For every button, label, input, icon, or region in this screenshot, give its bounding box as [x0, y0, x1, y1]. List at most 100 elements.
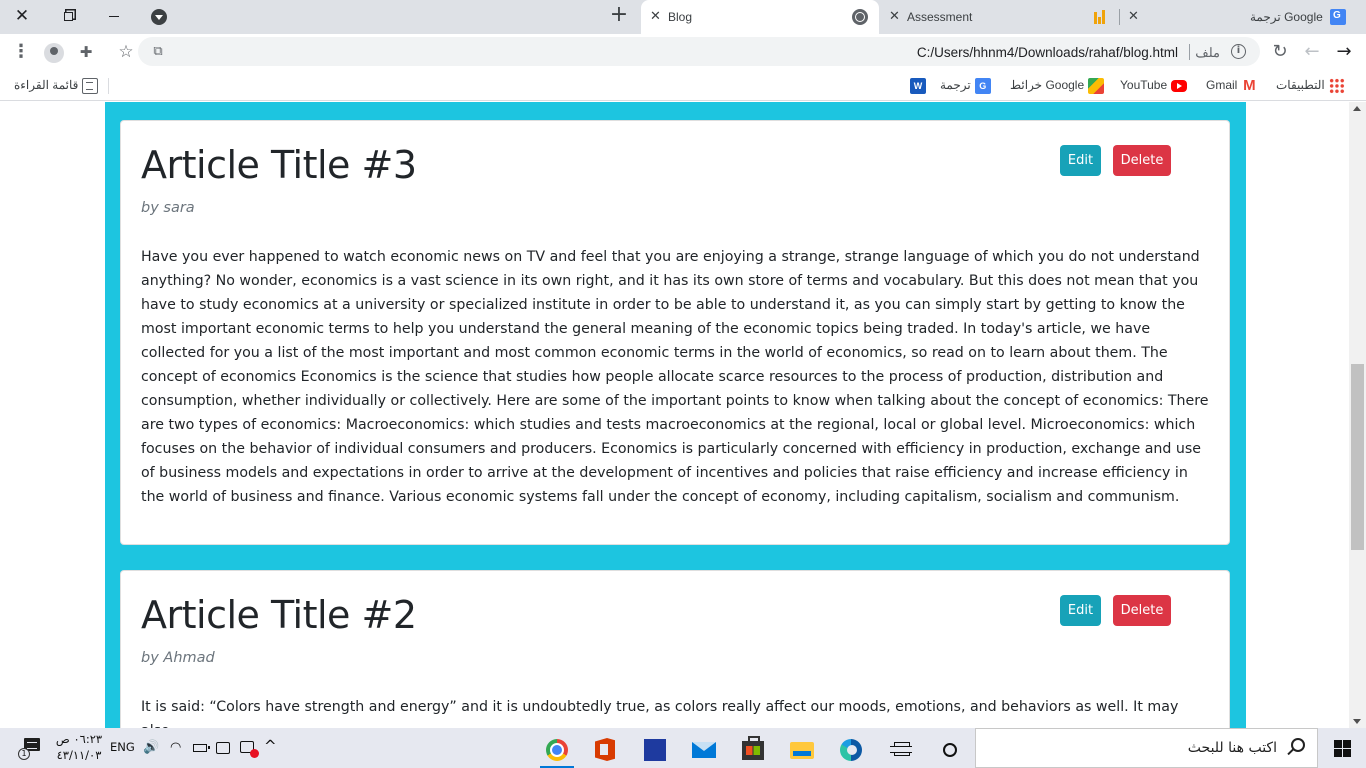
system-clock[interactable]: ٠٦:٢٣ ص ٤٣/١١/٠٣	[54, 731, 104, 763]
page-scrollbar[interactable]	[1349, 102, 1366, 728]
start-button[interactable]	[1318, 728, 1366, 768]
chevron-up-icon[interactable]: ^	[264, 737, 277, 755]
youtube-icon	[1171, 79, 1188, 92]
bookmark-apps[interactable]: التطبيقات	[1276, 77, 1349, 94]
browser-menu-button[interactable]: ⋮	[9, 40, 33, 64]
taskbar-photoshop[interactable]	[635, 732, 675, 766]
article-title: Article Title #2	[141, 593, 417, 637]
avatar	[44, 42, 64, 63]
bookmark-label: خرائط Google	[1010, 78, 1085, 92]
taskbar: 1 ٠٦:٢٣ ص ٤٣/١١/٠٣ ENG 🔊 ◠ ^ اكتب هنا لل…	[0, 728, 1366, 768]
bookmark-youtube[interactable]: YouTube	[1120, 77, 1191, 93]
tab-strip: ✕ + ✕ Blog ✕ Assessment ✕ ترجمة Google	[0, 0, 1366, 34]
article-title: Article Title #3	[141, 143, 417, 187]
globe-icon	[852, 9, 868, 25]
extensions-icon[interactable]: ✚	[74, 40, 98, 64]
profile-button[interactable]	[42, 40, 66, 64]
reload-icon[interactable]: ↻	[1268, 40, 1292, 64]
meet-now-icon[interactable]	[216, 742, 230, 754]
tab-assessment[interactable]: ✕ Assessment	[883, 0, 1116, 34]
address-bar[interactable]: C:/Users/hhnm4/Downloads/rahaf/blog.html…	[138, 37, 1260, 66]
clock-time: ٠٦:٢٣ ص	[55, 732, 103, 746]
taskbar-store[interactable]	[733, 732, 773, 766]
tab-google-translate[interactable]: ✕ ترجمة Google	[1120, 0, 1366, 34]
bookmark-gmail[interactable]: Gmail M	[1206, 77, 1261, 93]
new-tab-button[interactable]: +	[607, 4, 631, 28]
forward-icon[interactable]: →	[1332, 40, 1356, 64]
chrome-icon	[546, 739, 568, 761]
google-maps-icon	[1088, 77, 1105, 94]
taskbar-search-input[interactable]: اكتب هنا للبحث	[975, 728, 1318, 768]
bookmark-label: ترجمة	[940, 78, 971, 92]
windows-icon	[1334, 740, 1351, 757]
security-alert-icon[interactable]	[240, 741, 259, 758]
close-icon[interactable]: ✕	[650, 9, 661, 23]
search-placeholder: اكتب هنا للبحث	[1187, 740, 1277, 756]
article-card: Article Title #2 by Ahmad It is said: “C…	[120, 570, 1230, 728]
back-icon[interactable]: ←	[1300, 40, 1324, 64]
tab-blog[interactable]: ✕ Blog	[641, 0, 879, 34]
notification-count: 1	[18, 748, 30, 760]
tab-search-button[interactable]	[151, 9, 167, 25]
cortana-button[interactable]	[930, 732, 970, 766]
url-text[interactable]: C:/Users/hhnm4/Downloads/rahaf/blog.html	[917, 45, 1178, 60]
battery-icon[interactable]	[193, 744, 210, 752]
article-body: Have you ever happened to watch economic…	[141, 249, 1209, 505]
reading-list-label: قائمة القراءة	[14, 78, 79, 92]
apps-grid-icon	[1328, 77, 1345, 94]
file-explorer-icon	[790, 742, 814, 759]
mail-icon	[692, 742, 716, 758]
task-view-button[interactable]	[882, 732, 922, 766]
bookmark-label: YouTube	[1120, 78, 1168, 92]
task-view-icon	[890, 742, 912, 756]
tab-label: Assessment	[907, 10, 973, 24]
delete-button[interactable]: Delete	[1113, 595, 1171, 626]
bookmarks-divider	[108, 78, 109, 94]
photoshop-icon	[644, 739, 666, 761]
edit-button[interactable]: Edit	[1060, 595, 1101, 626]
minimize-icon	[109, 15, 119, 18]
bookmark-google-maps[interactable]: خرائط Google	[1010, 77, 1108, 94]
cortana-icon	[943, 743, 957, 757]
bookmark-star-icon[interactable]: ☆	[114, 40, 138, 64]
wifi-icon[interactable]: ◠	[170, 740, 181, 755]
info-icon[interactable]: i	[1231, 44, 1246, 59]
cast-icon[interactable]: ⧉	[146, 40, 170, 64]
office-icon	[595, 738, 615, 761]
close-icon[interactable]: ✕	[889, 9, 900, 23]
taskbar-mail[interactable]	[684, 732, 724, 766]
taskbar-edge[interactable]	[831, 732, 871, 766]
window-close-button[interactable]: ✕	[8, 4, 36, 28]
word-icon: W	[910, 77, 926, 94]
bookmark-word[interactable]: W	[906, 77, 930, 94]
url-divider	[1189, 44, 1190, 60]
article-card: Article Title #3 by sara Have you ever h…	[120, 120, 1230, 545]
notification-center-icon[interactable]: 1	[18, 738, 42, 760]
taskbar-chrome[interactable]	[537, 732, 577, 768]
close-icon: ✕	[14, 6, 30, 26]
scroll-thumb[interactable]	[1351, 364, 1364, 550]
tab-label: ترجمة Google	[1250, 10, 1323, 24]
taskbar-office[interactable]	[585, 732, 625, 766]
bar-chart-icon	[1092, 9, 1108, 25]
volume-icon[interactable]: 🔊	[143, 740, 159, 755]
window-restore-button[interactable]	[54, 4, 82, 28]
close-icon[interactable]: ✕	[1128, 9, 1139, 23]
page-viewport[interactable]: Article Title #3 by sara Have you ever h…	[0, 102, 1366, 728]
delete-button[interactable]: Delete	[1113, 145, 1171, 176]
bookmark-translate[interactable]: ترجمة G	[940, 77, 995, 94]
window-minimize-button[interactable]	[100, 4, 128, 28]
edit-button[interactable]: Edit	[1060, 145, 1101, 176]
scroll-down-icon[interactable]	[1353, 719, 1361, 724]
article-author: by sara	[141, 200, 195, 216]
gmail-icon: M	[1243, 76, 1256, 94]
taskbar-file-explorer[interactable]	[782, 732, 822, 766]
google-translate-icon	[1330, 9, 1346, 25]
scroll-up-icon[interactable]	[1353, 106, 1361, 111]
clock-date: ٤٣/١١/٠٣	[56, 748, 102, 762]
bookmark-label: التطبيقات	[1276, 78, 1325, 92]
reading-list-button[interactable]: قائمة القراءة	[14, 77, 102, 94]
bookmarks-bar: قائمة القراءة W ترجمة G خرائط Google YouT…	[0, 70, 1366, 101]
bookmark-label: Gmail	[1206, 78, 1238, 92]
input-language[interactable]: ENG	[110, 740, 135, 754]
